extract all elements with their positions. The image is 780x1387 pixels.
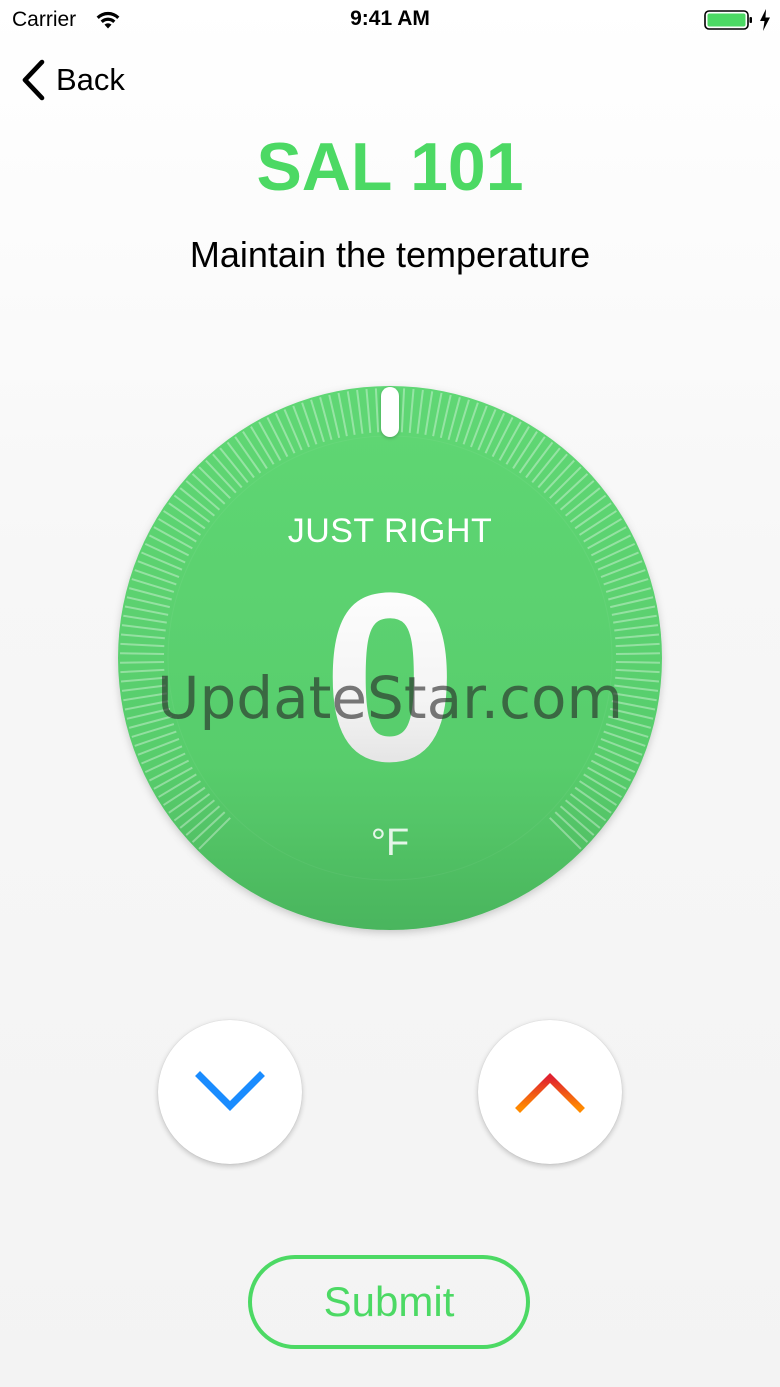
- back-label: Back: [56, 62, 125, 97]
- chevron-up-icon: [515, 1073, 585, 1113]
- decrease-button[interactable]: [158, 1020, 302, 1164]
- page-title: SAL 101: [256, 129, 524, 205]
- watermark: UpdateStar.com: [157, 664, 623, 732]
- battery-icon: [704, 10, 752, 30]
- dial-handle[interactable]: [381, 387, 399, 437]
- clock: 9:41 AM: [350, 7, 430, 30]
- back-button[interactable]: Back: [20, 58, 150, 102]
- temperature-unit: °F: [370, 822, 410, 864]
- temperature-dial[interactable]: JUST RIGHT 0 °F: [116, 384, 664, 932]
- bolt-icon: [760, 9, 770, 31]
- page-subtitle: Maintain the temperature: [189, 234, 591, 275]
- chevron-down-icon: [195, 1071, 265, 1111]
- submit-button[interactable]: Submit: [248, 1255, 530, 1349]
- increase-button[interactable]: [478, 1020, 622, 1164]
- chevron-left-icon: [22, 59, 45, 101]
- status-bar: Carrier 9:41 AM: [0, 0, 780, 40]
